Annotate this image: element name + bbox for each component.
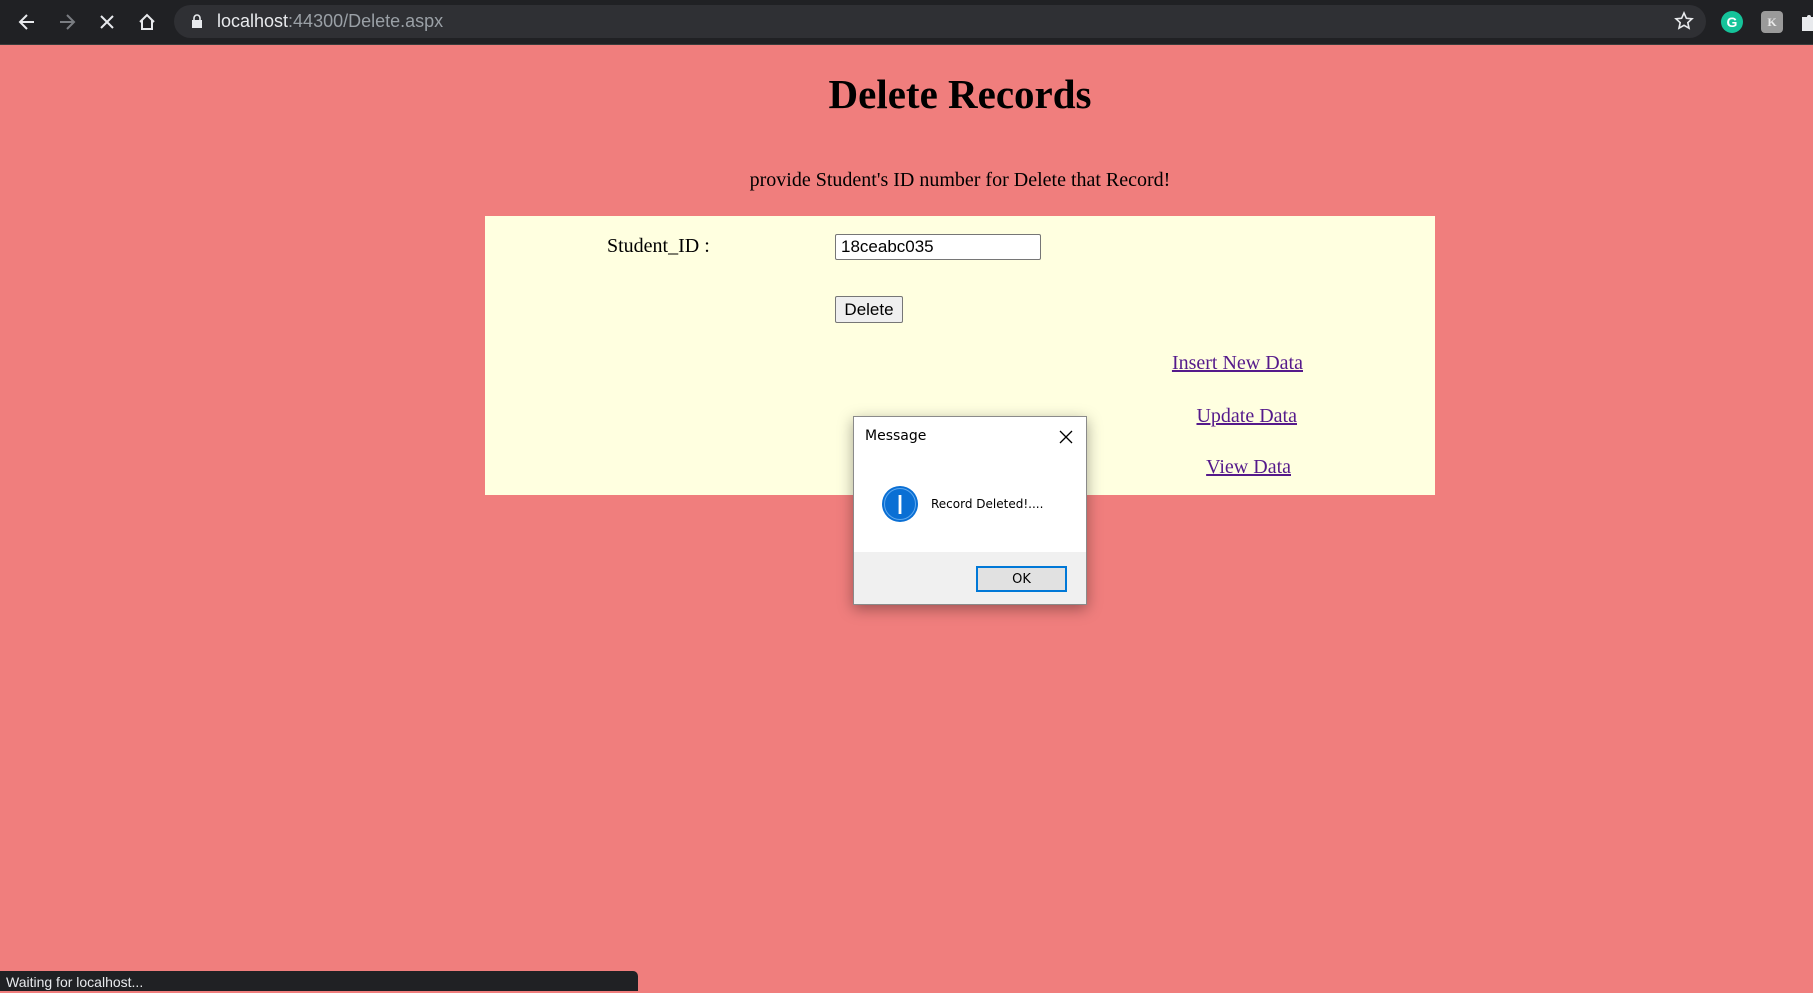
- back-button[interactable]: [12, 7, 42, 37]
- url-text: localhost:44300/Delete.aspx: [217, 11, 443, 32]
- insert-new-data-link[interactable]: Insert New Data: [0, 352, 1303, 375]
- home-button[interactable]: [132, 7, 162, 37]
- dialog-footer: OK: [854, 552, 1086, 604]
- stop-button[interactable]: [92, 7, 122, 37]
- forward-button[interactable]: [52, 7, 82, 37]
- home-icon: [139, 13, 155, 30]
- extensions-puzzle-icon[interactable]: [1798, 11, 1813, 33]
- page-title: Delete Records: [828, 71, 1092, 117]
- view-data-link[interactable]: View Data: [0, 456, 1291, 479]
- student-id-label: Student_ID :: [607, 235, 710, 257]
- delete-button[interactable]: Delete: [835, 296, 903, 323]
- student-id-input[interactable]: [835, 234, 1041, 260]
- url-host: localhost: [217, 11, 289, 31]
- url-path: :44300/Delete.aspx: [288, 11, 444, 31]
- info-icon: [882, 486, 918, 522]
- update-data-link[interactable]: Update Data: [0, 405, 1297, 428]
- close-icon: [100, 15, 114, 29]
- page-instruction: provide Student's ID number for Delete t…: [749, 169, 1171, 191]
- close-icon[interactable]: [1058, 429, 1074, 445]
- ok-button[interactable]: OK: [976, 566, 1067, 592]
- browser-toolbar: localhost:44300/Delete.aspx G K: [0, 0, 1813, 45]
- message-dialog: Message Record Deleted!.... OK: [853, 416, 1087, 605]
- arrow-right-icon: [60, 14, 76, 30]
- lock-icon: [192, 14, 202, 28]
- bookmark-star-icon[interactable]: [1674, 11, 1694, 31]
- extension-icon[interactable]: K: [1761, 11, 1783, 33]
- arrow-left-icon: [18, 14, 34, 30]
- address-bar[interactable]: localhost:44300/Delete.aspx: [174, 5, 1706, 38]
- dialog-title: Message: [865, 428, 927, 444]
- dialog-message: Record Deleted!....: [931, 497, 1044, 511]
- grammarly-extension-icon[interactable]: G: [1721, 11, 1743, 33]
- status-bubble: Waiting for localhost...: [0, 971, 638, 991]
